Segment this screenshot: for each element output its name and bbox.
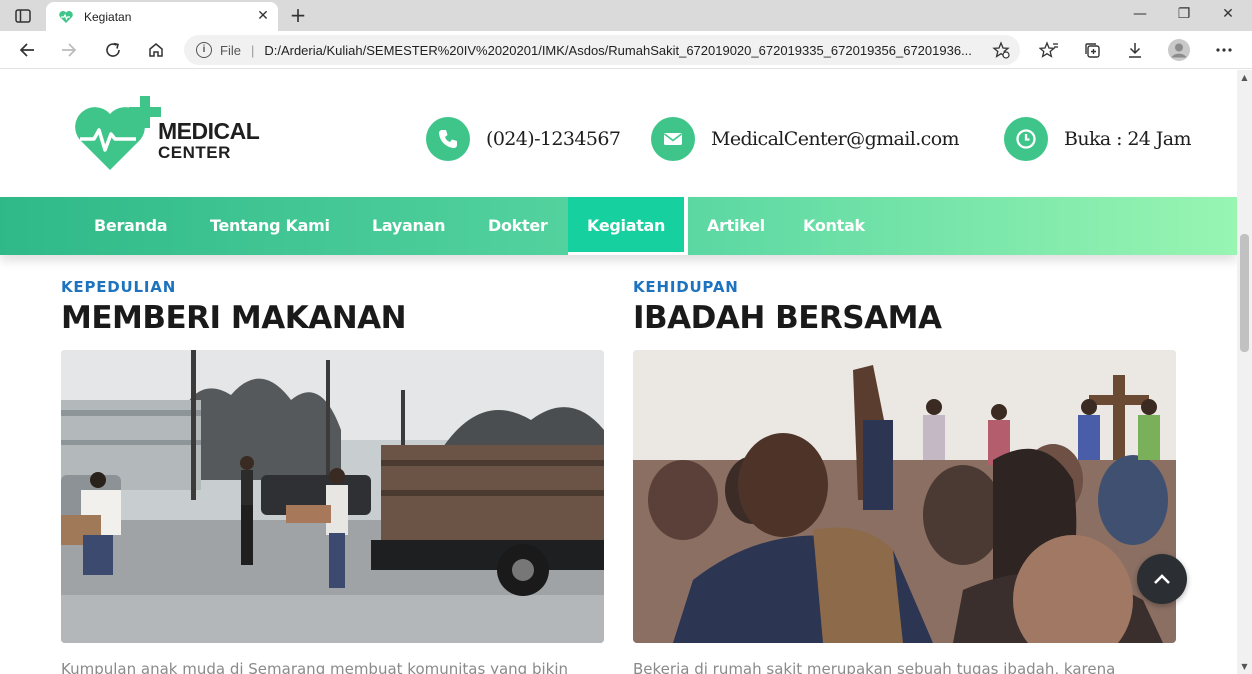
address-scheme-label: File: [220, 42, 241, 58]
card-excerpt: Bekerja di rumah sakit merupakan sebuah …: [633, 660, 1116, 674]
card-category: KEPEDULIAN: [61, 278, 177, 296]
page-scrollbar[interactable]: ▲ ▼: [1237, 70, 1252, 674]
new-tab-icon[interactable]: +: [286, 4, 310, 28]
card-title[interactable]: MEMBERI MAKANAN: [61, 300, 407, 336]
minimize-icon[interactable]: —: [1120, 4, 1160, 26]
browser-tab-bar: Kegiatan ✕ + — ❐ ✕: [0, 0, 1252, 31]
nav-item-artikel[interactable]: Artikel: [707, 197, 765, 255]
contact-email: MedicalCenter@gmail.com: [651, 117, 960, 161]
web-page: MEDICAL CENTER (024)-1234567 MedicalCent…: [0, 70, 1237, 674]
scroll-down-arrow-icon[interactable]: ▼: [1237, 659, 1252, 674]
close-window-icon[interactable]: ✕: [1208, 4, 1248, 26]
collections-icon[interactable]: [1079, 38, 1105, 62]
logo-line-2: CENTER: [158, 143, 231, 162]
phone-number[interactable]: (024)-1234567: [486, 128, 621, 150]
favorites-icon[interactable]: [1036, 38, 1062, 62]
nav-item-kontak[interactable]: Kontak: [803, 197, 865, 255]
logo-text: MEDICAL CENTER: [158, 118, 260, 164]
browser-toolbar: i File | D:/Arderia/Kuliah/SEMESTER%20IV…: [0, 31, 1252, 69]
site-header: MEDICAL CENTER (024)-1234567 MedicalCent…: [0, 70, 1237, 197]
card-title[interactable]: IBADAH BERSAMA: [633, 300, 942, 336]
add-favorite-icon[interactable]: [992, 41, 1010, 59]
contact-hours: Buka : 24 Jam: [1004, 117, 1192, 161]
restore-icon[interactable]: ❐: [1164, 4, 1204, 26]
heart-cross-logo-icon: [75, 96, 161, 170]
nav-item-kegiatan[interactable]: Kegiatan: [568, 197, 689, 255]
medical-center-logo[interactable]: MEDICAL CENTER: [74, 94, 260, 174]
phone-icon: [426, 117, 470, 161]
home-icon[interactable]: [143, 38, 169, 62]
back-to-top-button[interactable]: [1137, 554, 1187, 604]
contact-phone: (024)-1234567: [426, 117, 621, 161]
food-distribution-photo[interactable]: [61, 350, 604, 643]
downloads-icon[interactable]: [1122, 38, 1148, 62]
nav-item-layanan[interactable]: Layanan: [372, 197, 446, 255]
browser-tab[interactable]: Kegiatan ✕: [46, 2, 278, 31]
profile-avatar-icon[interactable]: [1166, 38, 1192, 62]
nav-item-dokter[interactable]: Dokter: [488, 197, 548, 255]
clock-icon: [1004, 117, 1048, 161]
envelope-icon: [651, 117, 695, 161]
chevron-up-icon: [1154, 574, 1170, 584]
logo-line-1: MEDICAL: [158, 118, 260, 144]
scrollbar-thumb[interactable]: [1240, 234, 1249, 352]
refresh-icon[interactable]: [100, 38, 126, 62]
forward-icon[interactable]: [56, 38, 82, 62]
nav-item-beranda[interactable]: Beranda: [94, 197, 168, 255]
tab-actions-icon[interactable]: [10, 5, 36, 27]
scroll-up-arrow-icon[interactable]: ▲: [1237, 70, 1252, 85]
address-separator: |: [250, 42, 255, 58]
opening-hours: Buka : 24 Jam: [1064, 128, 1192, 150]
address-bar[interactable]: i File | D:/Arderia/Kuliah/SEMESTER%20IV…: [184, 35, 1020, 65]
card-excerpt: Kumpulan anak muda di Semarang membuat k…: [61, 660, 568, 674]
card-category: KEHIDUPAN: [633, 278, 739, 296]
back-icon[interactable]: [14, 38, 40, 62]
worship-together-photo[interactable]: [633, 350, 1176, 643]
address-url[interactable]: D:/Arderia/Kuliah/SEMESTER%20IV%2020201/…: [264, 43, 980, 58]
main-navigation: Beranda Tentang Kami Layanan Dokter Kegi…: [0, 197, 1237, 255]
more-options-icon[interactable]: [1211, 38, 1237, 62]
heart-favicon-icon: [59, 10, 73, 23]
close-tab-icon[interactable]: ✕: [256, 9, 270, 23]
nav-item-tentang-kami[interactable]: Tentang Kami: [210, 197, 330, 255]
tab-title: Kegiatan: [84, 9, 132, 24]
email-address[interactable]: MedicalCenter@gmail.com: [711, 128, 960, 150]
info-icon[interactable]: i: [196, 42, 212, 58]
